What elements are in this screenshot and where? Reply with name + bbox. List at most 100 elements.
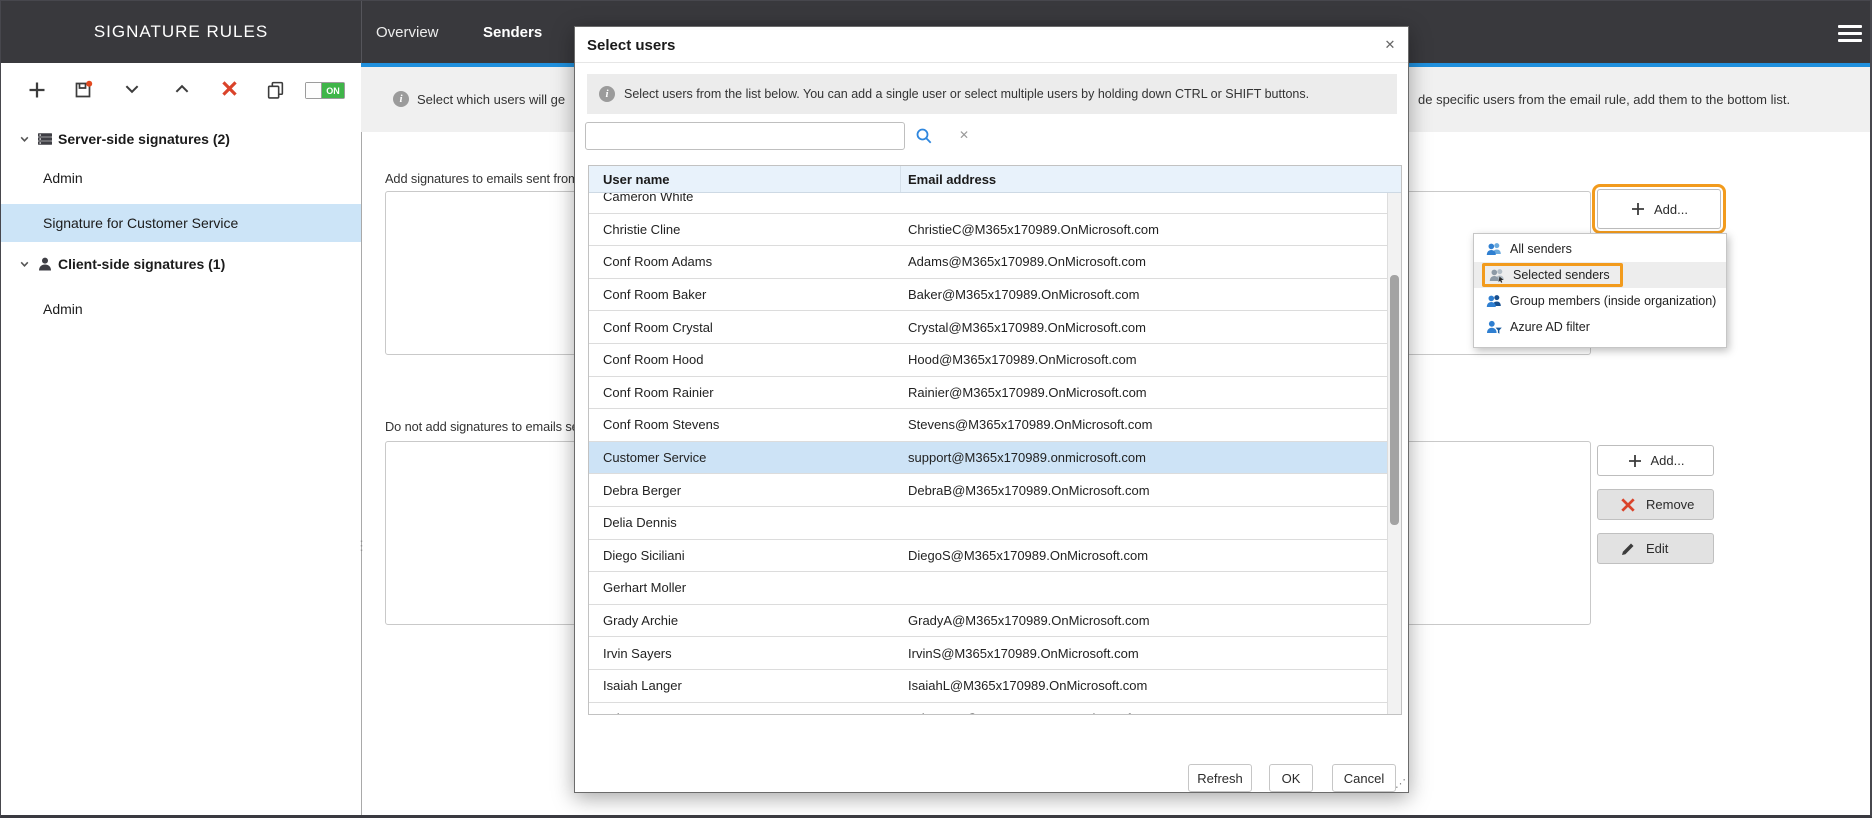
sidebar-item-signature-for-customer-service[interactable]: Signature for Customer Service [1,204,361,242]
chevron-down-icon [20,261,29,267]
ok-button[interactable]: OK [1269,764,1313,792]
x-icon [1621,497,1635,512]
table-row[interactable]: Grady Archie GradyA@M365x170989.OnMicroso… [589,604,1387,638]
add-sender-menu: All senders Selected senders Group membe… [1473,233,1727,348]
user-name-cell: Debra Berger [603,482,682,498]
selected-senders-icon [1489,269,1504,283]
search-input[interactable] [585,122,905,150]
email-cell: Adams@M365x170989.OnMicrosoft.com [908,254,1146,270]
table-row[interactable]: Conf Room Crystal Crystal@M365x170989.OnM… [589,311,1387,344]
table-row[interactable]: Cameron White [589,193,1387,214]
table-row[interactable]: Conf Room Baker Baker@M365x170989.OnMicro… [589,278,1387,312]
close-icon[interactable]: ✕ [1380,35,1400,55]
add-rule-button[interactable] [27,80,47,100]
user-name-cell: Isaiah Langer [603,678,682,694]
rule-enabled-toggle[interactable]: ON [305,82,345,99]
column-header-email-address[interactable]: Email address [901,172,996,187]
table-row[interactable]: Johanna LorenzJohannaL@M365x170989.OnMic… [589,702,1387,714]
email-cell: JohannaL@M365x170989.OnMicrosoft.com [901,711,1163,714]
add-excluded-sender-button[interactable]: Add... [1597,445,1714,476]
user-name-cell: Johanna Lorenz [589,711,901,714]
tab-senders[interactable]: Senders [483,1,542,63]
splitter-handle[interactable]: ⋮ [355,539,368,571]
chevron-up-icon [175,84,189,93]
clone-rule-button[interactable] [266,80,286,100]
top-list-label: Add signatures to emails sent from [385,171,579,186]
table-row[interactable]: Isaiah Langer IsaiahL@M365x170989.OnMicro… [589,669,1387,703]
dialog-title: Select users [587,37,676,54]
user-name-cell: Conf Room Crystal [603,319,713,335]
email-cell: Hood@M365x170989.OnMicrosoft.com [908,352,1137,368]
edit-sender-button[interactable]: Edit [1597,533,1714,564]
table-row[interactable]: Conf Room Rainier Rainier@M365x170989.OnM… [589,376,1387,410]
tab-overview[interactable]: Overview [376,1,439,63]
table-row[interactable]: Conf Room Hood Hood@M365x170989.OnMicroso… [589,343,1387,377]
dialog-info-text: Select users from the list below. You ca… [624,87,1310,101]
move-down-button[interactable] [123,80,143,100]
table-row[interactable]: Debra Berger DebraB@M365x170989.OnMicroso… [589,474,1387,507]
user-name-cell: Grady Archie [603,613,679,629]
cancel-button[interactable]: Cancel [1332,764,1396,792]
plus-icon [29,82,45,98]
table-viewport: Cameron White Christie Cline ChristieC@M3… [589,193,1387,714]
scrollbar-thumb[interactable] [1390,275,1399,525]
menu-item-azure-ad-filter[interactable]: Azure AD filter [1474,314,1726,340]
info-icon: i [393,91,409,107]
group-members-icon [1486,295,1501,307]
chevron-down-icon [20,136,29,142]
vertical-scrollbar[interactable] [1387,193,1401,714]
resize-grip-icon[interactable]: ⋰ [1395,777,1406,790]
refresh-button[interactable]: Refresh [1188,764,1252,792]
table-row[interactable]: Gerhart Moller [589,572,1387,605]
table-row[interactable]: Conf Room Adams Adams@M365x170989.OnMicro… [589,246,1387,279]
header-divider [361,1,362,63]
table-row[interactable]: Delia Dennis [589,506,1387,540]
table-row-selected[interactable]: Customer Service support@M365x170989.onmi… [589,441,1387,475]
menu-item-all-senders[interactable]: All senders [1474,236,1726,262]
user-name-cell: Conf Room Rainier [603,384,714,400]
bottom-list-label: Do not add signatures to emails sen [385,419,586,434]
chevron-down-icon [125,85,139,94]
sidebar-item-server-side-signatures[interactable]: Server-side signatures (2) [1,121,361,157]
table-row[interactable]: Diego Siciliani DiegoS@M365x170989.OnMicr… [589,539,1387,573]
page-title: SIGNATURE RULES [93,22,269,41]
email-cell: GradyA@M365x170989.OnMicrosoft.com [908,613,1150,629]
menu-item-selected-senders[interactable]: Selected senders [1474,262,1726,288]
email-cell: Stevens@M365x170989.OnMicrosoft.com [908,417,1153,433]
clear-search-icon[interactable]: ✕ [957,128,971,142]
add-sender-button[interactable]: Add... [1592,184,1726,234]
user-icon [39,257,51,271]
delete-rule-button[interactable] [221,80,241,100]
all-senders-icon [1486,243,1501,255]
plus-icon [1632,203,1645,215]
hamburger-icon[interactable] [1836,23,1864,43]
menu-item-group-members[interactable]: Group members (inside organization) [1474,288,1726,314]
user-name-cell: Gerhart Moller [603,580,687,596]
email-cell: Baker@M365x170989.OnMicrosoft.com [908,287,1140,303]
user-name-cell: Conf Room Hood [603,352,704,368]
user-name-cell: Delia Dennis [603,515,677,531]
save-button[interactable] [73,80,93,100]
sidebar-item-client-side-signatures[interactable]: Client-side signatures (1) [1,246,361,282]
email-cell: DiegoS@M365x170989.OnMicrosoft.com [908,547,1149,563]
senders-info-text-left: Select which users will ge [417,92,566,107]
user-name-cell: Diego Siciliani [603,547,685,563]
sidebar-item-admin-client[interactable]: Admin [1,291,361,327]
sidebar-item-admin-server[interactable]: Admin [1,160,361,196]
email-cell: Crystal@M365x170989.OnMicrosoft.com [908,319,1146,335]
table-row[interactable]: Christie Cline ChristieC@M365x170989.OnMi… [589,213,1387,247]
table-header: User name Email address [589,166,1401,193]
move-up-button[interactable] [173,80,193,100]
table-row[interactable]: Irvin Sayers IrvinS@M365x170989.OnMicroso… [589,637,1387,670]
column-header-user-name[interactable]: User name [589,166,901,192]
user-name-cell: Conf Room Stevens [603,417,720,433]
email-cell: ChristieC@M365x170989.OnMicrosoft.com [908,221,1159,237]
user-name-cell: Conf Room Baker [603,287,707,303]
remove-sender-button[interactable]: Remove [1597,489,1714,520]
annotation-highlight: Selected senders [1482,263,1623,287]
table-row[interactable]: Conf Room Stevens Stevens@M365x170989.OnM… [589,409,1387,442]
email-cell: Rainier@M365x170989.OnMicrosoft.com [908,384,1147,400]
email-cell: DebraB@M365x170989.OnMicrosoft.com [908,482,1150,498]
search-icon[interactable] [915,127,933,145]
save-icon [75,80,93,98]
